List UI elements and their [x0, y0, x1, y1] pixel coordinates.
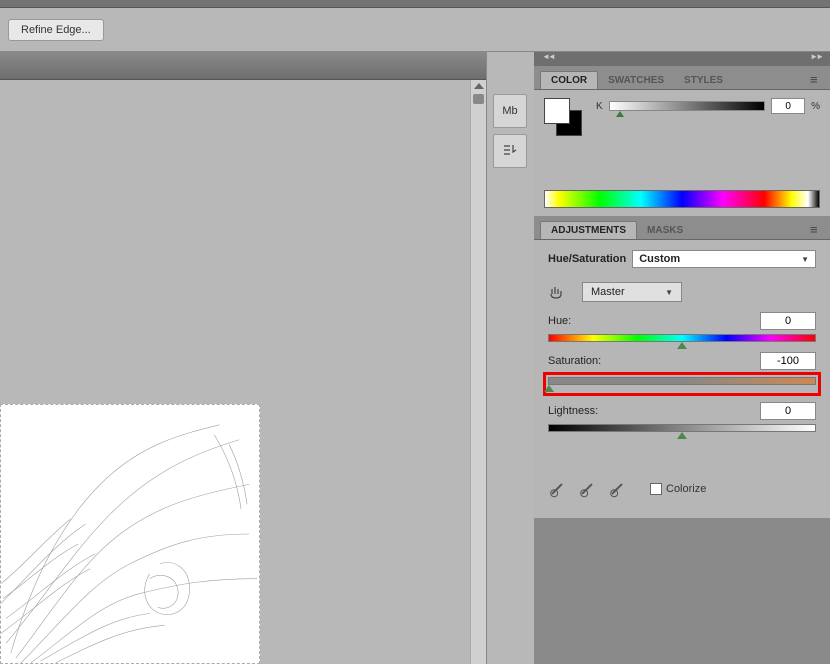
lightness-label: Lightness:: [548, 405, 598, 417]
color-ramp[interactable]: [544, 190, 820, 208]
vertical-scrollbar[interactable]: [470, 80, 486, 664]
saturation-input[interactable]: [760, 352, 816, 370]
collapsed-panel-strip: Mb: [486, 52, 534, 664]
mb-panel-icon[interactable]: Mb: [493, 94, 527, 128]
slider-handle-icon[interactable]: [616, 111, 624, 117]
canvas-column: [0, 52, 486, 664]
chevron-down-icon: ▼: [665, 288, 673, 297]
hue-block: Hue:: [548, 312, 816, 342]
targeted-adjust-icon[interactable]: [548, 284, 564, 300]
tab-swatches[interactable]: SWATCHES: [598, 72, 674, 89]
highlight-annotation: [543, 372, 821, 396]
preset-value: Custom: [639, 253, 680, 265]
range-value: Master: [591, 286, 625, 298]
eyedropper-subtract-icon[interactable]: [608, 480, 626, 498]
k-slider[interactable]: [609, 101, 765, 111]
right-panels: COLOR SWATCHES STYLES K % ADJUSTM: [534, 52, 830, 664]
range-select[interactable]: Master ▼: [582, 282, 682, 302]
paragraph-panel-icon[interactable]: [493, 134, 527, 168]
k-unit-label: %: [811, 101, 820, 112]
panel-menu-icon[interactable]: [810, 221, 824, 235]
color-panel-tabs: COLOR SWATCHES STYLES: [534, 66, 830, 90]
main-area: Mb COLOR SWATCHES STYLES K %: [0, 52, 830, 664]
foreground-background-swatch[interactable]: [544, 98, 582, 136]
color-panel-body: K %: [534, 90, 830, 216]
panel-collapse-bar[interactable]: [534, 52, 830, 66]
document-image[interactable]: [0, 404, 260, 664]
adj-title: Hue/Saturation: [548, 253, 626, 265]
saturation-block: Saturation:: [548, 352, 816, 396]
panel-menu-icon[interactable]: [810, 71, 824, 85]
hue-input[interactable]: [760, 312, 816, 330]
tab-styles[interactable]: STYLES: [674, 72, 733, 89]
window-top-strip: [0, 0, 830, 8]
tab-masks[interactable]: MASKS: [637, 222, 693, 239]
foreground-color-swatch[interactable]: [544, 98, 570, 124]
eyedropper-icon[interactable]: [548, 480, 566, 498]
refine-edge-button[interactable]: Refine Edge...: [8, 19, 104, 41]
hue-handle-icon[interactable]: [677, 342, 687, 349]
document-tabs-bar[interactable]: [0, 52, 486, 80]
scroll-thumb[interactable]: [473, 94, 484, 104]
adjustments-panel-tabs: ADJUSTMENTS MASKS: [534, 216, 830, 240]
eyedropper-add-icon[interactable]: [578, 480, 596, 498]
canvas-area[interactable]: [0, 80, 486, 664]
lightness-handle-icon[interactable]: [677, 432, 687, 439]
scroll-up-arrow-icon[interactable]: [474, 83, 484, 89]
tab-adjustments[interactable]: ADJUSTMENTS: [540, 221, 637, 239]
k-value-input[interactable]: [771, 98, 805, 114]
adjustments-panel-body: Hue/Saturation Custom ▼ Master ▼ Hue:: [534, 240, 830, 518]
saturation-label: Saturation:: [548, 355, 601, 367]
saturation-slider[interactable]: [548, 377, 816, 385]
tab-color[interactable]: COLOR: [540, 71, 598, 89]
hue-label: Hue:: [548, 315, 571, 327]
channel-label: K: [596, 101, 603, 112]
lightness-slider[interactable]: [548, 424, 816, 432]
lightness-input[interactable]: [760, 402, 816, 420]
saturation-handle-icon[interactable]: [544, 385, 554, 392]
hue-slider[interactable]: [548, 334, 816, 342]
lightness-block: Lightness:: [548, 402, 816, 432]
colorize-checkbox[interactable]: [650, 483, 662, 495]
colorize-label: Colorize: [666, 483, 706, 495]
chevron-down-icon: ▼: [801, 255, 809, 264]
preset-select[interactable]: Custom ▼: [632, 250, 816, 268]
eyedropper-row: Colorize: [548, 480, 816, 498]
options-bar: Refine Edge...: [0, 8, 830, 52]
